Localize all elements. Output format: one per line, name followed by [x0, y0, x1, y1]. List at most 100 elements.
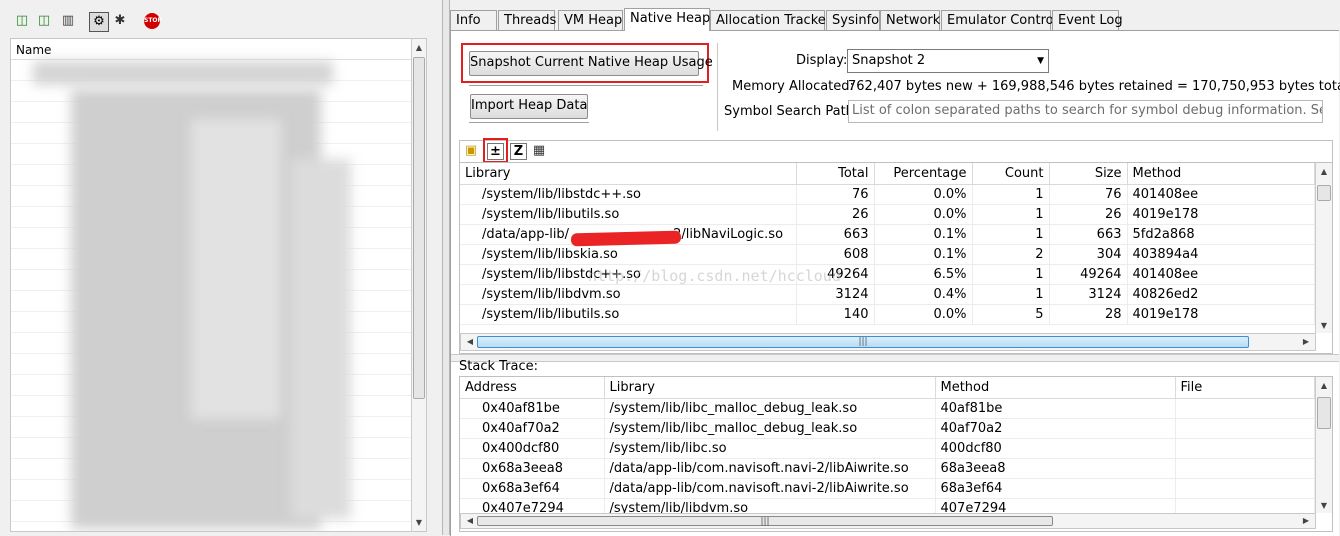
stack-frame-row[interactable]: 0x40af81be/system/lib/libc_malloc_debug_…: [460, 398, 1315, 419]
column-header-percentage[interactable]: Percentage: [874, 163, 973, 185]
stack-trace-hscroll[interactable]: ◀ ||| ▶: [460, 513, 1316, 529]
group-icon[interactable]: ▣: [463, 143, 479, 159]
process-list[interactable]: Name ▲ ▼: [10, 38, 427, 532]
save-icon[interactable]: ▦: [531, 143, 547, 159]
library-table-hscroll[interactable]: ◀ ||| ▶: [460, 333, 1316, 351]
library-row[interactable]: /system/lib/libutils.so 140 0.0% 5 28 4019e17…: [460, 304, 1315, 325]
zygote-icon[interactable]: Z: [510, 143, 527, 160]
tab-emulator-control[interactable]: Emulator Control: [941, 10, 1057, 30]
process-list-scrollbar[interactable]: ▲ ▼: [411, 39, 426, 531]
trash-icon[interactable]: ▥: [60, 12, 76, 30]
scroll-thumb[interactable]: |||: [477, 516, 1053, 527]
scroll-thumb[interactable]: [413, 57, 425, 399]
column-header-library[interactable]: Library: [604, 377, 936, 399]
size-cell: 304: [1049, 244, 1128, 265]
scroll-thumb[interactable]: |||: [477, 336, 1249, 348]
scroll-thumb[interactable]: [1317, 185, 1331, 201]
library-cell: /data/app-lib/com.navisoft.navi-2/libAiw…: [604, 458, 936, 479]
stack-frame-row[interactable]: 0x68a3eea8/data/app-lib/com.navisoft.nav…: [460, 458, 1315, 479]
file-cell: [1175, 458, 1315, 479]
method-cell: 40826ed2: [1127, 284, 1315, 305]
tab-label: Sysinfo: [832, 13, 880, 28]
size-cell: 3124: [1049, 284, 1128, 305]
file-cell: [1175, 398, 1315, 419]
stack-frame-row[interactable]: 0x400dcf80/system/lib/libc.so 400dcf80: [460, 438, 1315, 459]
column-header-size[interactable]: Size: [1049, 163, 1128, 185]
scroll-right-arrow[interactable]: ▶: [1299, 337, 1313, 346]
tab-vm-heap[interactable]: VM Heap: [558, 10, 623, 30]
library-cell: /system/lib/libskia.so: [460, 244, 797, 265]
library-cell: /system/lib/libstdc++.so: [460, 184, 797, 205]
library-row[interactable]: /system/lib/libdvm.so 3124 0.4% 1 3124 40826e…: [460, 284, 1315, 305]
total-cell: 663: [796, 224, 875, 245]
library-row[interactable]: /system/lib/libstdc++.so 49264 6.5% 1 49264 4…: [460, 264, 1315, 285]
library-table-header: Library Total Percentage Count Size Meth…: [460, 163, 1315, 185]
total-cell: 140: [796, 304, 875, 325]
column-header-address[interactable]: Address: [460, 377, 605, 399]
address-cell: 0x40af70a2: [460, 418, 605, 439]
column-header-file[interactable]: File: [1175, 377, 1315, 399]
redacted-block: [191, 119, 281, 419]
stack-trace-label: Stack Trace:: [459, 359, 538, 374]
tab-sysinfo[interactable]: Sysinfo: [826, 10, 880, 30]
database-icon[interactable]: ◫: [14, 12, 30, 30]
method-cell: 4019e178: [1127, 204, 1315, 225]
stop-icon[interactable]: STOP: [144, 13, 162, 29]
column-header-library[interactable]: Library: [460, 163, 797, 185]
display-value: Snapshot 2: [852, 53, 926, 68]
panel-splitter[interactable]: [442, 0, 450, 535]
tab-label: VM Heap: [564, 13, 623, 28]
diff-highlight: [483, 138, 508, 163]
percentage-cell: 6.5%: [874, 264, 973, 285]
name-column-header[interactable]: Name: [11, 39, 426, 60]
scroll-thumb[interactable]: [1317, 397, 1331, 429]
tab-network[interactable]: Network: [880, 10, 940, 30]
stack-trace-grid: Address Library Method File 0x40af81be/s…: [460, 377, 1315, 519]
column-header-count[interactable]: Count: [972, 163, 1050, 185]
file-cell: [1175, 418, 1315, 439]
scroll-down-arrow[interactable]: ▼: [1317, 321, 1331, 330]
stack-frame-row[interactable]: 0x68a3ef64/data/app-lib/com.navisoft.nav…: [460, 478, 1315, 499]
tab-native-heap[interactable]: Native Heap: [624, 8, 710, 31]
method-cell: 40af81be: [935, 398, 1176, 419]
stack-trace-header: Address Library Method File: [460, 377, 1315, 399]
database-update-icon[interactable]: ◫: [36, 12, 52, 30]
scroll-down-arrow[interactable]: ▼: [1317, 501, 1331, 510]
scroll-up-arrow[interactable]: ▲: [1317, 381, 1331, 390]
select-icon[interactable]: ⚙: [89, 12, 109, 32]
scroll-up-arrow[interactable]: ▲: [1317, 167, 1331, 176]
scroll-up-arrow[interactable]: ▲: [412, 43, 426, 52]
tab-allocation-tracker[interactable]: Allocation Tracker: [710, 10, 831, 30]
vertical-divider: [717, 43, 718, 131]
snapshot-button[interactable]: Snapshot Current Native Heap Usage: [469, 51, 713, 76]
method-cell: 40af70a2: [935, 418, 1176, 439]
library-row[interactable]: /system/lib/libstdc++.so 76 0.0% 1 76 401408e…: [460, 184, 1315, 205]
redacted-block: [291, 159, 351, 519]
tab-event-log[interactable]: Event Log: [1052, 10, 1123, 30]
stack-frame-row[interactable]: 0x40af70a2/system/lib/libc_malloc_debug_…: [460, 418, 1315, 439]
library-table-vscroll[interactable]: ▲ ▼: [1315, 163, 1332, 333]
tab-threads[interactable]: Threads: [498, 10, 556, 30]
tab-info[interactable]: Info: [450, 10, 497, 30]
stack-trace-vscroll[interactable]: ▲ ▼: [1315, 377, 1332, 513]
library-cell: /system/lib/libc_malloc_debug_leak.so: [604, 398, 936, 419]
scroll-down-arrow[interactable]: ▼: [412, 518, 426, 527]
symbol-search-path-input[interactable]: List of colon separated paths to search …: [848, 100, 1323, 123]
percentage-cell: 0.0%: [874, 304, 973, 325]
column-header-method[interactable]: Method: [935, 377, 1176, 399]
separator: [469, 85, 703, 87]
library-row[interactable]: /system/lib/libskia.so 608 0.1% 2 304 403894a…: [460, 244, 1315, 265]
import-heap-data-button[interactable]: Import Heap Data: [470, 94, 588, 119]
column-header-method[interactable]: Method: [1127, 163, 1315, 185]
scroll-left-arrow[interactable]: ◀: [463, 337, 477, 346]
memory-allocated-label: Memory Allocated:: [732, 79, 854, 94]
method-cell: 401408ee: [1127, 184, 1315, 205]
scroll-left-arrow[interactable]: ◀: [463, 516, 477, 525]
library-row[interactable]: /system/lib/libutils.so 26 0.0% 1 26 4019e178: [460, 204, 1315, 225]
scroll-right-arrow[interactable]: ▶: [1299, 516, 1313, 525]
debug-icon[interactable]: ✱: [112, 12, 128, 30]
display-select[interactable]: Snapshot 2 ▼: [847, 49, 1049, 73]
count-cell: 1: [972, 184, 1050, 205]
horizontal-splitter[interactable]: [451, 354, 1339, 362]
column-header-total[interactable]: Total: [796, 163, 875, 185]
